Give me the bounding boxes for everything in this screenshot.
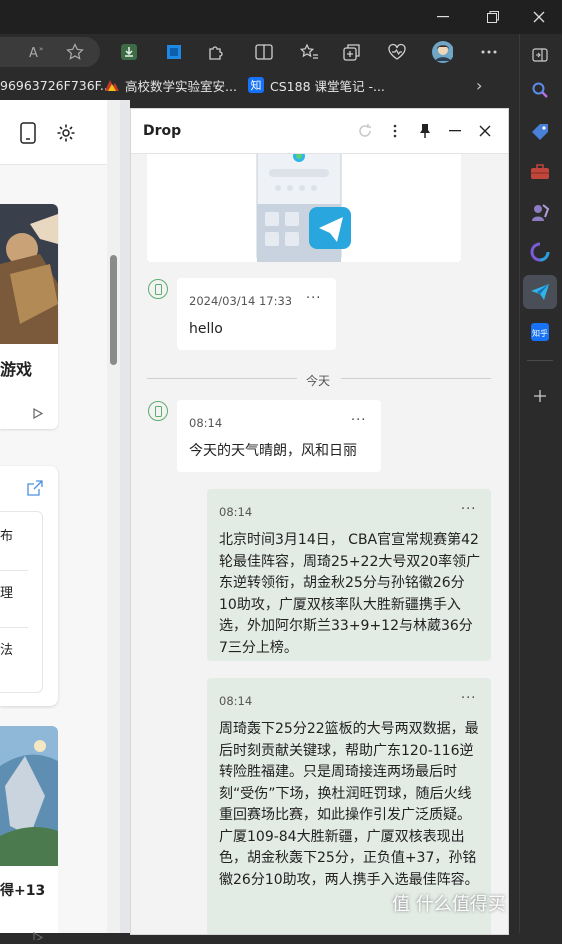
- close-icon: [533, 11, 545, 23]
- favorites-overflow-chevron-icon[interactable]: ›: [476, 70, 482, 100]
- scrollbar-thumb[interactable]: [110, 255, 117, 365]
- message-text: hello: [189, 321, 223, 337]
- drop-header: Drop: [131, 109, 508, 154]
- date-divider: 今天: [306, 374, 331, 388]
- pin-icon[interactable]: [414, 120, 436, 142]
- lab-icon: [105, 80, 119, 91]
- phone-device-icon: [148, 279, 168, 299]
- play-icon[interactable]: [33, 404, 44, 423]
- restore-icon: [487, 11, 499, 23]
- counter-text: 得+13: [0, 883, 46, 899]
- message-more-icon[interactable]: ···: [351, 413, 366, 428]
- play-icon[interactable]: [33, 925, 44, 944]
- watermark-text: 值 什么值得买: [392, 894, 506, 915]
- games-icon[interactable]: [523, 195, 557, 229]
- restore-button[interactable]: [470, 0, 516, 34]
- list-item[interactable]: 布: [0, 525, 13, 544]
- favorite-label: CS188 课堂笔记 -...: [270, 78, 385, 94]
- close-window-button[interactable]: [516, 0, 562, 34]
- favorite-item[interactable]: 96963726F736F...: [0, 70, 112, 100]
- settings-more-icon[interactable]: [478, 41, 500, 63]
- profile-avatar[interactable]: [431, 41, 453, 63]
- message-text: 今天的天气晴朗，风和日丽: [189, 443, 357, 459]
- split-screen-icon[interactable]: [253, 41, 275, 63]
- game-thumbnail: [0, 204, 58, 344]
- favorite-item[interactable]: 高校数学实验室安...: [104, 70, 237, 100]
- message-bubble[interactable]: 08:14 ··· 今天的天气晴朗，风和日丽: [177, 400, 381, 472]
- svg-text:A: A: [29, 46, 38, 60]
- favorites-list-icon[interactable]: [298, 41, 320, 63]
- message-time: 2024/03/14 17:33: [189, 294, 293, 308]
- favorite-star-icon[interactable]: [64, 41, 86, 63]
- message-more-icon[interactable]: ···: [306, 291, 321, 306]
- sidebar-toggle-icon[interactable]: [523, 38, 557, 72]
- minimize-button[interactable]: [420, 0, 466, 34]
- divider-line: [147, 378, 297, 379]
- page-scrollbar[interactable]: [107, 100, 120, 933]
- message-bubble[interactable]: 2024/03/14 17:33 ··· hello: [177, 278, 336, 350]
- shopping-tag-icon[interactable]: [523, 115, 557, 149]
- svg-text:»: »: [39, 45, 43, 53]
- extension-blue-icon[interactable]: [163, 41, 185, 63]
- external-link-icon[interactable]: [27, 480, 43, 500]
- message-more-icon[interactable]: ···: [461, 502, 476, 517]
- message-more-icon[interactable]: ···: [461, 691, 476, 706]
- add-icon[interactable]: [523, 379, 557, 413]
- drop-panel: Drop 2024/03/14 17:33 ··· hello 今天 08:14…: [130, 108, 509, 935]
- extensions-puzzle-icon[interactable]: [205, 41, 227, 63]
- favorite-item[interactable]: 知 CS188 课堂笔记 -...: [248, 70, 385, 100]
- divider-line: [341, 378, 491, 379]
- tools-briefcase-icon[interactable]: [523, 155, 557, 189]
- svg-text:知乎: 知乎: [532, 328, 548, 338]
- phone-device-icon: [148, 401, 168, 421]
- search-icon[interactable]: [523, 73, 557, 107]
- message-text: 周琦轰下25分22篮板的大号两双数据，最后时刻贡献关键球，帮助广东120-116…: [219, 721, 479, 888]
- mobile-device-icon[interactable]: [20, 122, 36, 148]
- watermark: 值 什么值得买: [392, 890, 506, 916]
- message-bubble-sent[interactable]: 08:14 ··· 北京时间3月14日， CBA官宣常规赛第42轮最佳阵容，周琦…: [207, 489, 491, 661]
- message-time: 08:14: [219, 505, 253, 519]
- divider: [0, 570, 28, 571]
- browser-essentials-icon[interactable]: [386, 41, 408, 63]
- drop-illustration: [147, 154, 461, 262]
- gear-icon[interactable]: [56, 123, 76, 147]
- download-ext-icon[interactable]: [118, 41, 140, 63]
- zhihu-app-icon[interactable]: 知乎: [523, 315, 557, 349]
- sidebar-divider: [527, 360, 553, 361]
- copilot-icon[interactable]: [523, 235, 557, 269]
- list-item[interactable]: 理: [0, 582, 13, 601]
- game-thumbnail: [0, 726, 58, 866]
- drop-icon[interactable]: [523, 275, 557, 309]
- message-text: 北京时间3月14日， CBA官宣常规赛第42轮最佳阵容，周琦25+22大号双20…: [219, 532, 481, 656]
- message-time: 08:14: [219, 694, 253, 708]
- sync-icon[interactable]: [354, 120, 376, 142]
- minimize-panel-icon[interactable]: [444, 120, 466, 142]
- collections-icon[interactable]: [341, 41, 363, 63]
- read-aloud-icon[interactable]: A»: [26, 41, 48, 63]
- game-card-title: 游戏: [0, 360, 33, 379]
- minimize-icon: [437, 16, 449, 18]
- panel-gutter: [120, 100, 130, 933]
- page-header: [0, 100, 107, 165]
- list-item[interactable]: 法: [0, 639, 13, 658]
- message-time: 08:14: [189, 416, 223, 430]
- zhihu-icon: 知: [248, 77, 264, 93]
- favorite-label: 高校数学实验室安...: [125, 78, 237, 94]
- favorite-label: 96963726F736F...: [0, 77, 112, 93]
- close-panel-icon[interactable]: [474, 120, 496, 142]
- divider: [0, 627, 28, 628]
- more-options-icon[interactable]: [384, 120, 406, 142]
- drop-title: Drop: [143, 123, 182, 139]
